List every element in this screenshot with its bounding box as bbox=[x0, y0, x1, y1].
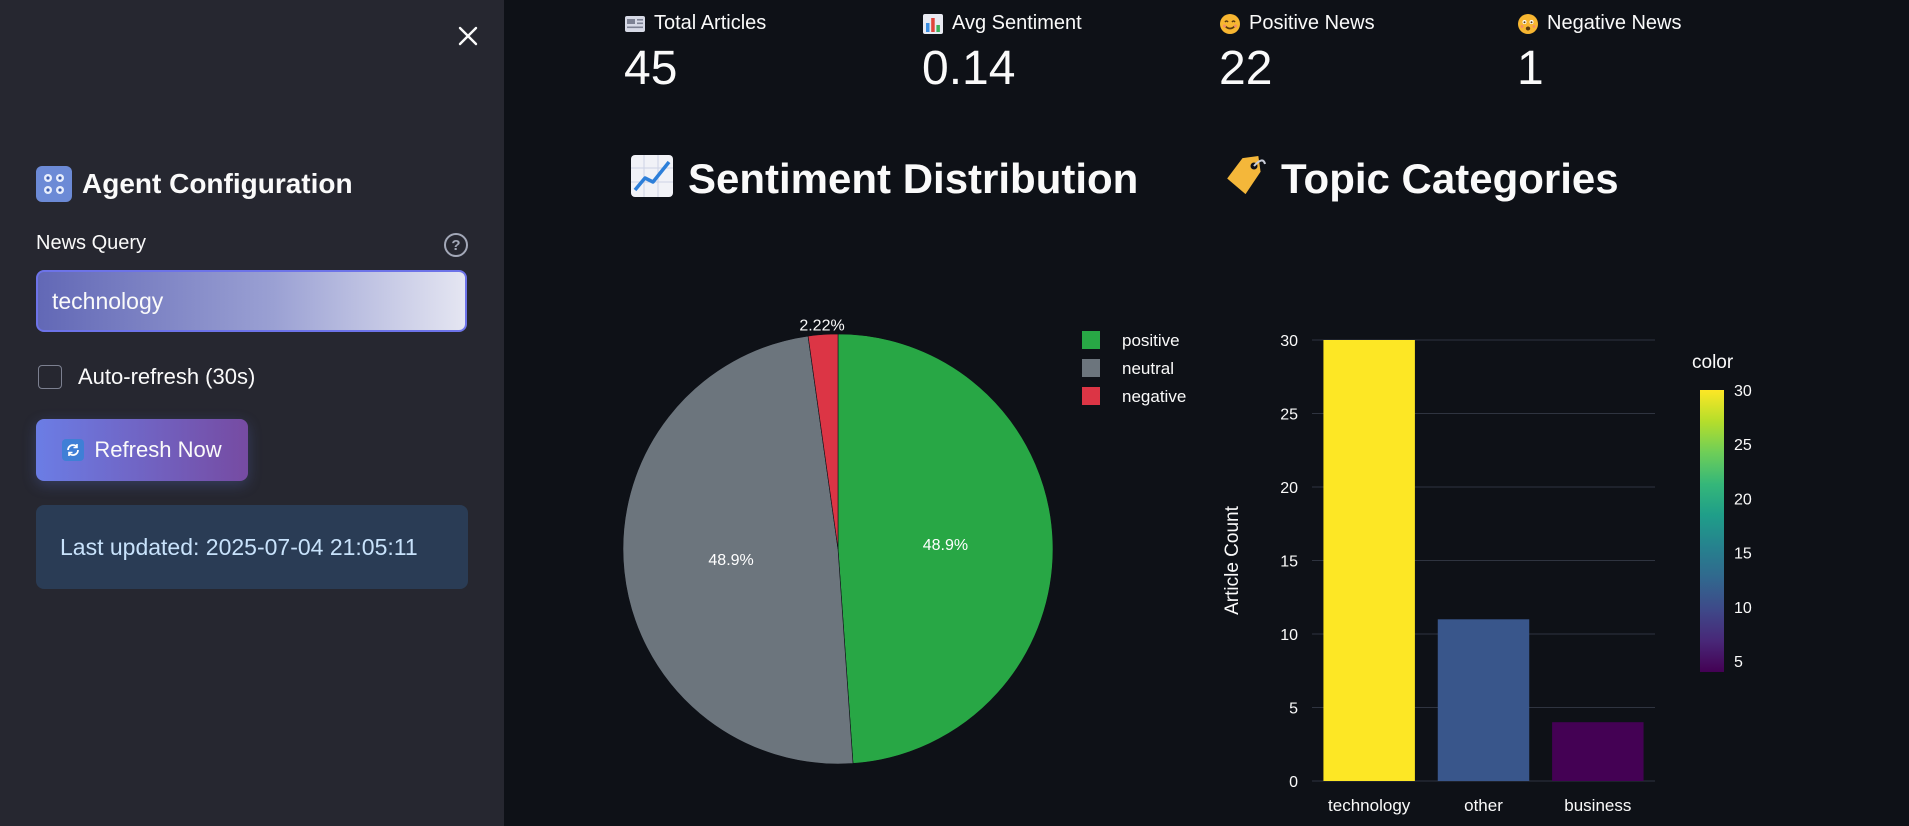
colorbar-tick-label: 25 bbox=[1734, 437, 1752, 454]
colorbar bbox=[1700, 390, 1724, 672]
legend-label-neutral[interactable]: neutral bbox=[1122, 359, 1174, 378]
colorbar-title: color bbox=[1692, 352, 1734, 373]
x-tick-label: business bbox=[1564, 796, 1631, 815]
topic-section-header: Topic Categories bbox=[1223, 154, 1619, 203]
metric-value: 22 bbox=[1219, 42, 1273, 95]
chart-increasing-icon bbox=[630, 154, 674, 203]
sidebar-title: Agent Configuration bbox=[82, 168, 353, 199]
refresh-icon bbox=[62, 439, 85, 461]
bar-other[interactable] bbox=[1437, 619, 1530, 781]
close-icon bbox=[458, 26, 478, 46]
y-tick-label: 10 bbox=[1280, 627, 1298, 644]
y-tick-label: 5 bbox=[1289, 701, 1298, 718]
y-tick-label: 15 bbox=[1280, 554, 1298, 571]
pie-percent-label: 2.22% bbox=[799, 318, 844, 335]
worried-face-icon bbox=[1517, 13, 1539, 35]
y-tick-label: 0 bbox=[1289, 774, 1298, 791]
metric-value: 0.14 bbox=[922, 42, 1016, 95]
colorbar-tick-label: 5 bbox=[1734, 654, 1743, 671]
metric-avg-sentiment: Avg Sentiment 0.14 bbox=[922, 12, 1082, 93]
metric-value: 45 bbox=[624, 42, 678, 95]
metric-label: Positive News bbox=[1249, 12, 1375, 34]
colorbar-tick-label: 15 bbox=[1734, 546, 1752, 563]
metric-label: Total Articles bbox=[654, 12, 767, 34]
news-query-label: News Query bbox=[36, 232, 147, 254]
auto-refresh-label: Auto-refresh (30s) bbox=[78, 364, 256, 389]
x-tick-label: technology bbox=[1328, 796, 1411, 815]
legend-swatch-negative[interactable] bbox=[1082, 387, 1100, 405]
pie-percent-label: 48.9% bbox=[923, 537, 968, 554]
refresh-now-button[interactable]: Refresh Now bbox=[36, 419, 248, 481]
metric-label: Avg Sentiment bbox=[952, 12, 1082, 34]
legend-swatch-positive[interactable] bbox=[1082, 331, 1100, 349]
last-updated-text: Last updated: 2025-07-04 21:05:11 bbox=[60, 533, 418, 560]
newspaper-icon bbox=[624, 13, 646, 35]
sentiment-section-title: Sentiment Distribution bbox=[688, 154, 1139, 202]
bar-chart-icon bbox=[922, 13, 944, 35]
metric-value: 1 bbox=[1517, 42, 1544, 95]
smiling-face-icon bbox=[1219, 13, 1241, 35]
label-tag-icon bbox=[1223, 154, 1267, 203]
sidebar: Agent Configuration News Query ? Auto-re… bbox=[0, 0, 504, 826]
metric-label: Negative News bbox=[1547, 12, 1682, 34]
y-axis-title: Article Count bbox=[1222, 505, 1243, 614]
y-tick-label: 20 bbox=[1280, 480, 1298, 497]
metric-positive-news: Positive News 22 bbox=[1219, 12, 1375, 93]
legend-label-positive[interactable]: positive bbox=[1122, 331, 1180, 350]
sidebar-header: Agent Configuration bbox=[36, 166, 353, 202]
sentiment-section-header: Sentiment Distribution bbox=[630, 154, 1138, 203]
colorbar-tick-label: 30 bbox=[1734, 383, 1752, 400]
metric-negative-news: Negative News 1 bbox=[1517, 12, 1682, 93]
legend-label-negative[interactable]: negative bbox=[1122, 387, 1186, 406]
auto-refresh-checkbox[interactable] bbox=[38, 365, 62, 389]
metric-total-articles: Total Articles 45 bbox=[624, 12, 766, 93]
close-sidebar-button[interactable] bbox=[452, 20, 484, 52]
topic-bar-chart: 0 5 10 15 20 25 30 technology other business Artic… bbox=[1222, 333, 1752, 815]
help-icon[interactable]: ? bbox=[444, 233, 468, 257]
refresh-now-label: Refresh Now bbox=[94, 437, 222, 462]
auto-refresh-row[interactable]: Auto-refresh (30s) bbox=[38, 364, 255, 390]
bar-technology[interactable] bbox=[1323, 340, 1415, 781]
sentiment-pie-chart: 48.9% 48.9% 2.22% positive neutral negative bbox=[622, 318, 1186, 765]
pie-percent-label: 48.9% bbox=[708, 552, 753, 569]
bar-business[interactable] bbox=[1552, 722, 1644, 781]
colorbar-tick-label: 20 bbox=[1734, 491, 1752, 508]
topic-section-title: Topic Categories bbox=[1281, 154, 1619, 202]
control-knobs-icon bbox=[36, 166, 72, 202]
y-tick-label: 30 bbox=[1280, 333, 1298, 350]
last-updated-box: Last updated: 2025-07-04 21:05:11 bbox=[36, 505, 468, 589]
x-tick-label: other bbox=[1464, 796, 1503, 815]
colorbar-tick-label: 10 bbox=[1734, 600, 1752, 617]
y-tick-label: 25 bbox=[1280, 407, 1298, 424]
news-query-input[interactable] bbox=[36, 270, 467, 332]
legend-swatch-neutral[interactable] bbox=[1082, 359, 1100, 377]
